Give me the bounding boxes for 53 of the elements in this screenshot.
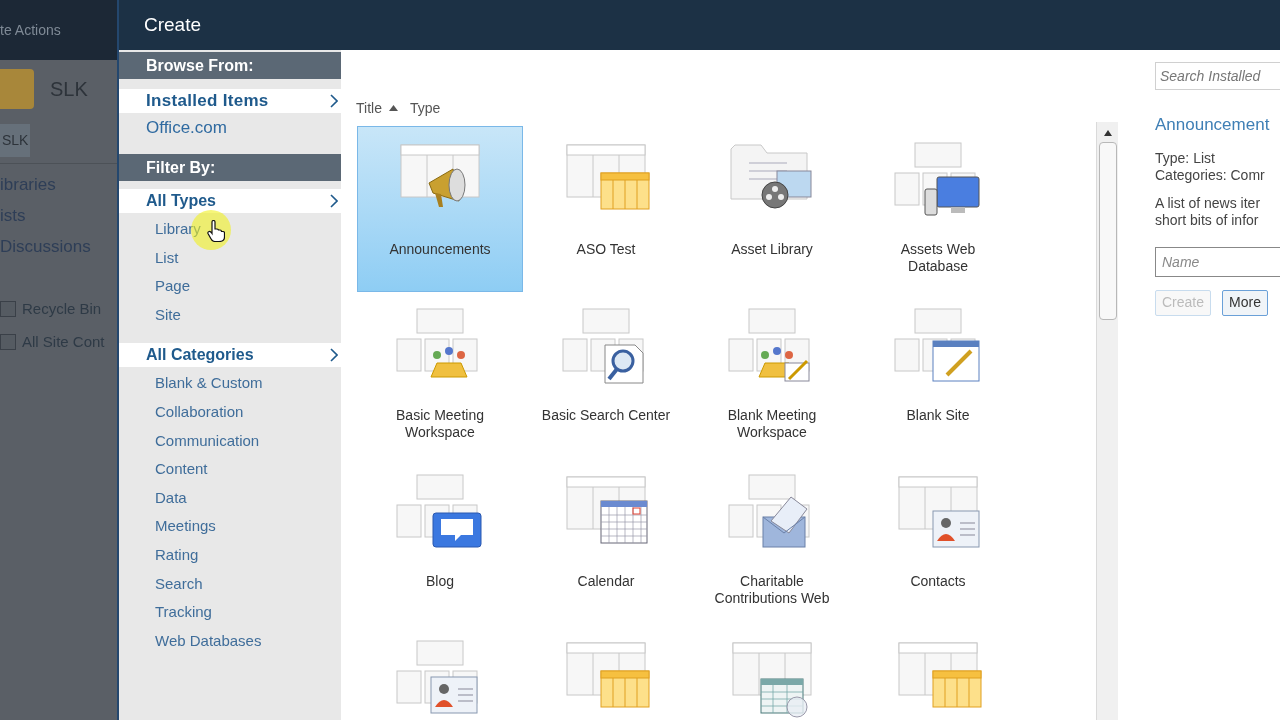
filter-option[interactable]: Search (155, 569, 341, 599)
dialog-title: Create (144, 12, 202, 37)
template-tile[interactable]: Blank Meeting Workspace (689, 292, 855, 458)
template-tile[interactable]: Basic Search Center (523, 292, 689, 458)
chevron-icon (330, 348, 338, 363)
filter-option[interactable]: Content (155, 455, 341, 484)
section-header: Browse From: (119, 52, 341, 79)
template-tile[interactable]: Blank Site (855, 292, 1021, 458)
section-header: Filter By: (119, 154, 341, 181)
filter-item[interactable]: All Categories (119, 343, 341, 368)
type-text: Type: List (1155, 149, 1216, 167)
template-tile[interactable]: Assets Web Database (855, 126, 1021, 292)
template-tile[interactable]: Calendar (523, 458, 689, 624)
template-tile[interactable]: Announcements (357, 126, 523, 292)
template-tile[interactable]: Asset Library (689, 126, 855, 292)
filter-option[interactable]: Meetings (155, 512, 341, 541)
filter-item[interactable]: All Types (119, 189, 341, 213)
more-button[interactable]: More (1222, 289, 1268, 316)
filter-option[interactable]: Page (155, 272, 341, 301)
template-tile[interactable]: Contacts (855, 458, 1021, 624)
template-tile[interactable]: Charitable Contributions Web (689, 458, 855, 624)
sort-header[interactable]: Type (409, 97, 441, 119)
filter-item[interactable]: Office.com (119, 116, 341, 140)
site-tab[interactable]: SLK (0, 124, 31, 157)
name-field[interactable]: Name (1155, 246, 1280, 277)
scroll-up-icon[interactable] (1103, 130, 1112, 136)
chevron-icon (330, 194, 338, 208)
filter-option[interactable]: Communication (155, 426, 341, 456)
filter-option[interactable]: Site (155, 300, 341, 330)
menu-link[interactable]: te Actions (0, 19, 61, 41)
template-tile[interactable]: Blog (357, 458, 523, 624)
description-text: short bits of infor (1155, 211, 1260, 229)
sort-ascending-icon (388, 105, 398, 111)
search-field[interactable]: Search Installed (1155, 62, 1280, 90)
filter-option[interactable]: Rating (155, 540, 341, 570)
filter-option[interactable]: Collaboration (155, 397, 341, 427)
scrollbar[interactable] (1096, 122, 1118, 720)
categories-text: Categories: Comr (1155, 166, 1266, 184)
filter-option[interactable]: List (155, 243, 341, 273)
filter-option[interactable]: Tracking (155, 598, 341, 627)
template-tile[interactable]: ASO Test (523, 126, 689, 292)
hand-cursor-icon (207, 220, 225, 242)
scrollbar-thumb[interactable] (1098, 142, 1117, 320)
filter-option[interactable]: Web Databases (155, 626, 341, 656)
description-text: A list of news iter (1155, 194, 1262, 212)
site-logo (0, 69, 34, 109)
details-title: Announcement (1155, 114, 1271, 136)
template-tile[interactable]: Basic Meeting Workspace (357, 292, 523, 458)
filter-option[interactable]: Data (155, 483, 341, 513)
chevron-icon (330, 94, 338, 108)
sort-header[interactable]: Title (356, 97, 398, 119)
filter-option[interactable]: Blank & Custom (155, 369, 341, 398)
filter-item[interactable]: Installed Items (119, 89, 341, 113)
